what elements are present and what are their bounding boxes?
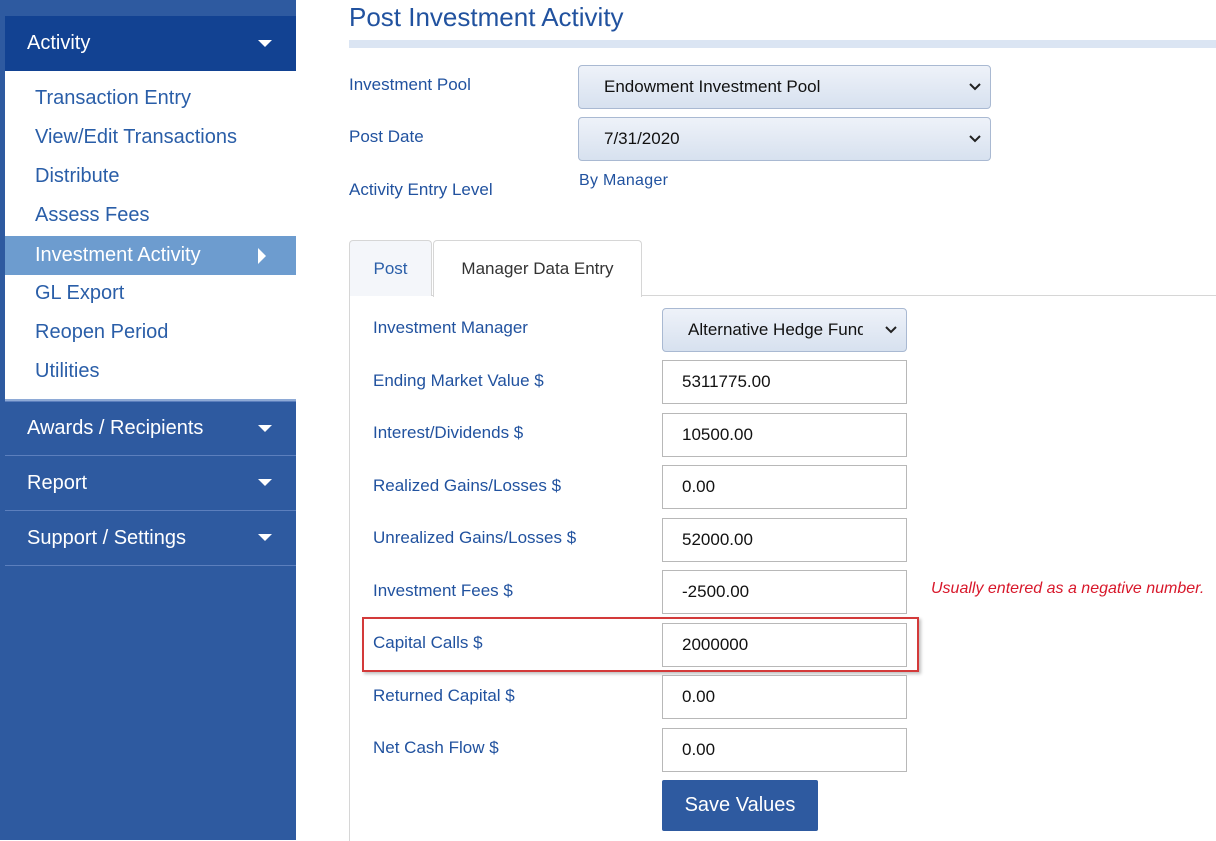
net-cash-flow-input[interactable] <box>662 728 907 772</box>
sidebar-item-distribute[interactable]: Distribute <box>5 157 296 196</box>
investment-fees-hint: Usually entered as a negative number. <box>931 580 1205 597</box>
investment-fees-input[interactable] <box>662 570 907 614</box>
tab-label: Post <box>373 258 408 278</box>
sidebar-item-label: Transaction Entry <box>35 87 191 109</box>
sidebar-section-awards[interactable]: Awards / Recipients <box>5 401 296 456</box>
investment-manager-value: Alternative Hedge Fund <box>688 320 863 339</box>
chevron-down-icon <box>969 83 981 91</box>
realized-gains-label: Realized Gains/Losses $ <box>373 476 562 495</box>
activity-entry-level-label: Activity Entry Level <box>349 180 493 199</box>
caret-down-icon <box>258 534 272 541</box>
investment-fees-label: Investment Fees $ <box>373 581 513 600</box>
sidebar-item-view-edit-transactions[interactable]: View/Edit Transactions <box>5 118 296 157</box>
sidebar-item-gl-export[interactable]: GL Export <box>5 274 296 313</box>
unrealized-gains-input[interactable] <box>662 518 907 562</box>
returned-capital-input[interactable] <box>662 675 907 719</box>
investment-manager-select[interactable]: Alternative Hedge Fund <box>662 308 907 352</box>
tab-manager-data-entry[interactable]: Manager Data Entry <box>433 240 642 297</box>
investment-pool-label: Investment Pool <box>349 75 471 94</box>
page-title: Post Investment Activity <box>349 2 624 32</box>
sidebar-section-support[interactable]: Support / Settings <box>5 511 296 566</box>
sidebar-item-label: Utilities <box>35 360 100 382</box>
sidebar-section-label: Support / Settings <box>27 526 186 549</box>
sidebar-item-utilities[interactable]: Utilities <box>5 352 296 391</box>
sidebar-activity-submenu: Transaction Entry View/Edit Transactions… <box>5 71 296 401</box>
sidebar-item-label: Distribute <box>35 165 120 187</box>
interest-dividends-label: Interest/Dividends $ <box>373 423 524 442</box>
sidebar-section-label: Awards / Recipients <box>27 417 204 439</box>
sidebar-section-activity[interactable]: Activity <box>5 16 296 71</box>
caret-down-icon <box>258 479 272 486</box>
tab-post[interactable]: Post <box>349 240 432 296</box>
investment-manager-label: Investment Manager <box>373 318 528 337</box>
chevron-down-icon <box>969 135 981 143</box>
post-date-value: 7/31/2020 <box>604 129 680 148</box>
caret-down-icon <box>258 424 272 432</box>
net-cash-flow-label: Net Cash Flow $ <box>373 738 499 757</box>
ending-market-value-label: Ending Market Value $ <box>373 371 544 390</box>
realized-gains-input[interactable] <box>662 465 907 509</box>
ending-market-value-input[interactable] <box>662 360 907 404</box>
investment-pool-value: Endowment Investment Pool <box>604 77 821 96</box>
sidebar-section-report[interactable]: Report <box>5 456 296 511</box>
post-date-select[interactable]: 7/31/2020 <box>578 117 991 161</box>
save-values-button[interactable]: Save Values <box>662 780 818 831</box>
sidebar-item-transaction-entry[interactable]: Transaction Entry <box>5 79 296 118</box>
post-date-label: Post Date <box>349 127 424 146</box>
sidebar-item-investment-activity[interactable]: Investment Activity <box>5 236 296 275</box>
investment-pool-select[interactable]: Endowment Investment Pool <box>578 65 991 109</box>
capital-calls-highlight <box>362 617 919 672</box>
tab-label: Manager Data Entry <box>461 259 614 278</box>
sidebar-section-label: Activity <box>27 32 91 54</box>
sidebar-item-assess-fees[interactable]: Assess Fees <box>5 196 296 235</box>
activity-entry-level-value: By Manager <box>579 172 669 189</box>
title-divider <box>349 40 1216 48</box>
caret-right-icon <box>258 247 266 264</box>
interest-dividends-input[interactable] <box>662 413 907 457</box>
sidebar-item-reopen-period[interactable]: Reopen Period <box>5 313 296 352</box>
sidebar: Activity Transaction Entry View/Edit Tra… <box>0 0 296 840</box>
sidebar-item-label: View/Edit Transactions <box>35 126 237 148</box>
sidebar-section-label: Report <box>27 471 88 494</box>
sidebar-item-label: Reopen Period <box>35 321 169 343</box>
sidebar-item-label: Assess Fees <box>35 204 150 226</box>
chevron-down-icon <box>885 326 897 334</box>
sidebar-item-label: GL Export <box>35 282 125 304</box>
caret-down-icon <box>258 39 272 47</box>
sidebar-item-label: Investment Activity <box>35 244 201 266</box>
returned-capital-label: Returned Capital $ <box>373 686 515 705</box>
unrealized-gains-label: Unrealized Gains/Losses $ <box>373 528 577 547</box>
